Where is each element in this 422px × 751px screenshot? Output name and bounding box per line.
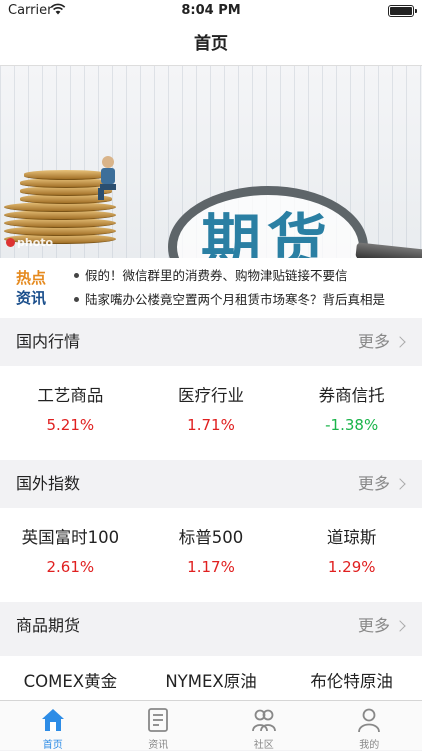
- quote-card[interactable]: 英国富时100 2.61%: [0, 508, 141, 602]
- quote-card[interactable]: 标普500 1.17%: [141, 508, 282, 602]
- section-header-commodities: 商品期货 更多: [0, 602, 422, 650]
- home-icon: [39, 706, 67, 734]
- chevron-right-icon: [394, 478, 405, 489]
- quote-name: 医疗行业: [141, 382, 282, 406]
- tab-bar: 首页 资讯 社区 我的: [0, 700, 422, 750]
- news-item[interactable]: 陆家嘴办公楼竟空置两个月租赁市场寒冬？背后真相是: [74, 288, 414, 312]
- tab-profile[interactable]: 我的: [317, 701, 422, 750]
- profile-icon: [355, 706, 383, 734]
- quote-change: 1.17%: [141, 558, 282, 576]
- more-button[interactable]: 更多: [358, 318, 404, 366]
- quote-card[interactable]: 医疗行业 1.71%: [141, 366, 282, 460]
- clock: 8:04 PM: [0, 3, 422, 18]
- bullet-icon: [74, 297, 79, 302]
- section-title: 商品期货: [16, 602, 80, 650]
- quote-name: 标普500: [141, 524, 282, 548]
- quote-name: 英国富时100: [0, 524, 141, 548]
- chevron-right-icon: [394, 336, 405, 347]
- tab-news[interactable]: 资讯: [106, 701, 212, 750]
- quote-name: 券商信托: [281, 382, 422, 406]
- quote-change: 1.29%: [281, 558, 422, 576]
- quote-name: 布伦特原油: [281, 668, 422, 692]
- section-title: 国内行情: [16, 318, 80, 366]
- more-button[interactable]: 更多: [358, 460, 404, 508]
- section-title: 国外指数: [16, 460, 80, 508]
- quote-change: 1.71%: [141, 416, 282, 434]
- chevron-right-icon: [394, 620, 405, 631]
- quote-change: 5.21%: [0, 416, 141, 434]
- hot-news-logo: 热点 资讯: [16, 268, 66, 308]
- quote-card[interactable]: 布伦特原油: [281, 656, 422, 700]
- news-item[interactable]: 假的！微信群里的消费券、购物津贴链接不要信: [74, 264, 414, 288]
- more-button[interactable]: 更多: [358, 602, 404, 650]
- quote-card[interactable]: 工艺商品 5.21%: [0, 366, 141, 460]
- hot-news-panel: 热点 资讯 假的！微信群里的消费券、购物津贴链接不要信 陆家嘴办公楼竟空置两个月…: [0, 258, 422, 318]
- section-header-domestic: 国内行情 更多: [0, 318, 422, 366]
- quote-name: NYMEX原油: [141, 668, 282, 692]
- tab-home[interactable]: 首页: [0, 701, 106, 750]
- tab-community[interactable]: 社区: [211, 701, 317, 750]
- quote-row-domestic: 工艺商品 5.21% 医疗行业 1.71% 券商信托 -1.38%: [0, 366, 422, 460]
- quote-change: 2.61%: [0, 558, 141, 576]
- quote-card[interactable]: COMEX黄金: [0, 656, 141, 700]
- quote-name: 工艺商品: [0, 382, 141, 406]
- quote-name: 道琼斯: [281, 524, 422, 548]
- community-icon: [250, 706, 278, 734]
- banner-headline: 期货: [172, 208, 362, 258]
- news-list: 假的！微信群里的消费券、购物津贴链接不要信 陆家嘴办公楼竟空置两个月租赁市场寒冬…: [74, 264, 414, 312]
- quote-name: COMEX黄金: [0, 668, 141, 692]
- quote-card[interactable]: NYMEX原油: [141, 656, 282, 700]
- businessman-figure: [92, 154, 122, 202]
- quote-change: -1.38%: [281, 416, 422, 434]
- page-title: 首页: [0, 22, 422, 66]
- news-icon: [144, 706, 172, 734]
- quote-card[interactable]: 券商信托 -1.38%: [281, 366, 422, 460]
- banner-image[interactable]: 期货 photo: [0, 66, 422, 258]
- section-header-foreign: 国外指数 更多: [0, 460, 422, 508]
- battery-icon: [388, 5, 414, 17]
- quote-row-foreign: 英国富时100 2.61% 标普500 1.17% 道琼斯 1.29%: [0, 508, 422, 602]
- banner-watermark: photo: [6, 236, 53, 249]
- quote-card[interactable]: 道琼斯 1.29%: [281, 508, 422, 602]
- navigation-bar: 首页: [0, 22, 422, 66]
- quote-row-commodities: COMEX黄金 NYMEX原油 布伦特原油: [0, 656, 422, 700]
- bullet-icon: [74, 273, 79, 278]
- status-bar: Carrier 8:04 PM: [0, 0, 422, 22]
